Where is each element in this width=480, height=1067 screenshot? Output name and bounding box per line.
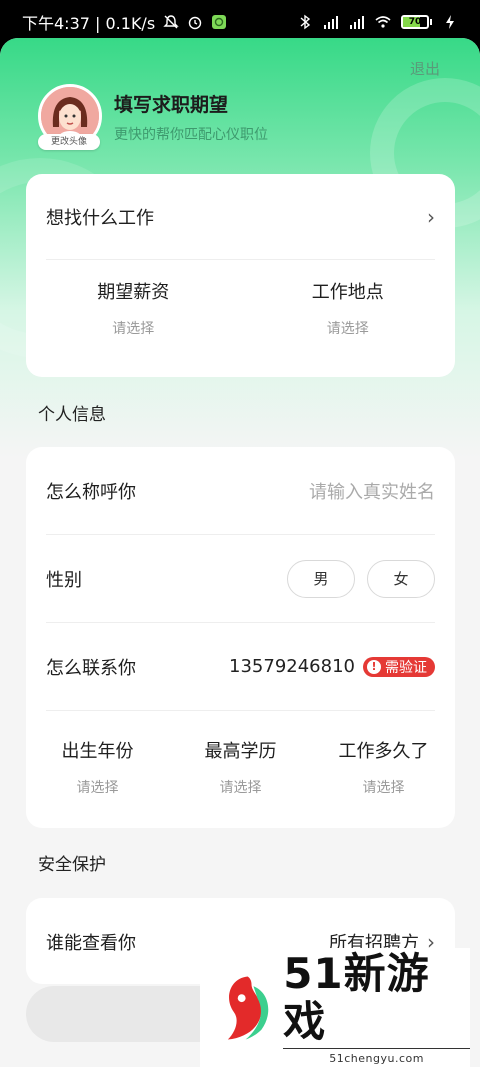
birth-year-label: 出生年份 (61, 741, 134, 762)
charging-icon (446, 15, 454, 29)
signal-icon (324, 16, 338, 29)
gender-female-button[interactable]: 女 (367, 559, 435, 598)
page-subtitle: 更快的帮你匹配心仪职位 (114, 127, 268, 143)
battery-level: 70 (408, 17, 422, 27)
bluetooth-icon (300, 14, 311, 30)
wifi-icon (375, 16, 391, 28)
signal-2-icon (350, 16, 364, 29)
gender-male-button[interactable]: 男 (287, 559, 355, 598)
watermark: 51新游戏 51chengyu.com (200, 948, 470, 1067)
experience-value: 请选择 (362, 780, 405, 796)
gender-label: 性别 (46, 569, 82, 591)
warning-icon: ! (367, 659, 381, 674)
name-label: 怎么称呼你 (46, 481, 136, 503)
app-screen: 退出 更改头像 填写求职期望 更快的帮你匹配心仪职位 想找什么工作 › 期望薪资… (0, 38, 480, 1067)
experience-selector[interactable]: 工作多久了 请选择 (312, 737, 455, 797)
contact-label: 怎么联系你 (46, 657, 136, 679)
education-value: 请选择 (219, 780, 262, 796)
experience-label: 工作多久了 (338, 741, 429, 762)
birth-year-selector[interactable]: 出生年份 请选择 (26, 737, 169, 797)
education-selector[interactable]: 最高学历 请选择 (169, 737, 312, 797)
education-label: 最高学历 (204, 741, 277, 762)
name-row: 怎么称呼你 请输入真实姓名 (46, 447, 435, 535)
security-heading: 安全保护 (38, 855, 106, 875)
gender-row: 性别 男 女 (46, 535, 435, 623)
brand-url: 51chengyu.com (283, 1048, 470, 1065)
job-type-label: 想找什么工作 (46, 207, 154, 229)
location-value: 请选择 (326, 321, 369, 337)
salary-value: 请选择 (112, 321, 155, 337)
brand-logo-icon (227, 975, 269, 1040)
expectation-card: 想找什么工作 › 期望薪资 请选择 工作地点 请选择 (26, 174, 455, 377)
app-notification-icon (212, 15, 227, 29)
salary-label: 期望薪资 (97, 282, 170, 303)
logout-link[interactable]: 退出 (410, 58, 440, 79)
phone-number: 13579246810 (229, 656, 355, 677)
verify-badge[interactable]: ! 需验证 (363, 656, 435, 677)
mute-icon (163, 15, 179, 29)
visibility-label: 谁能查看你 (46, 933, 136, 954)
contact-row[interactable]: 怎么联系你 13579246810 ! 需验证 (46, 623, 435, 711)
chevron-right-icon: › (427, 204, 435, 229)
location-selector[interactable]: 工作地点 请选择 (241, 278, 456, 338)
verify-badge-label: 需验证 (385, 659, 427, 676)
page-title: 填写求职期望 (114, 94, 229, 116)
personal-info-heading: 个人信息 (38, 405, 106, 425)
change-avatar-button[interactable]: 更改头像 (38, 134, 100, 150)
personal-info-card: 怎么称呼你 请输入真实姓名 性别 男 女 怎么联系你 13579246810 !… (26, 447, 455, 828)
alarm-icon (188, 16, 202, 30)
birth-year-value: 请选择 (76, 780, 119, 796)
battery-indicator: 70 (401, 15, 432, 29)
status-time: 下午4:37 | 0.1K/s (22, 14, 156, 33)
brand-name: 51新游戏 (283, 949, 430, 1046)
job-type-row[interactable]: 想找什么工作 › (46, 174, 435, 260)
name-input[interactable]: 请输入真实姓名 (309, 478, 435, 504)
salary-selector[interactable]: 期望薪资 请选择 (26, 278, 241, 338)
location-label: 工作地点 (311, 282, 384, 303)
